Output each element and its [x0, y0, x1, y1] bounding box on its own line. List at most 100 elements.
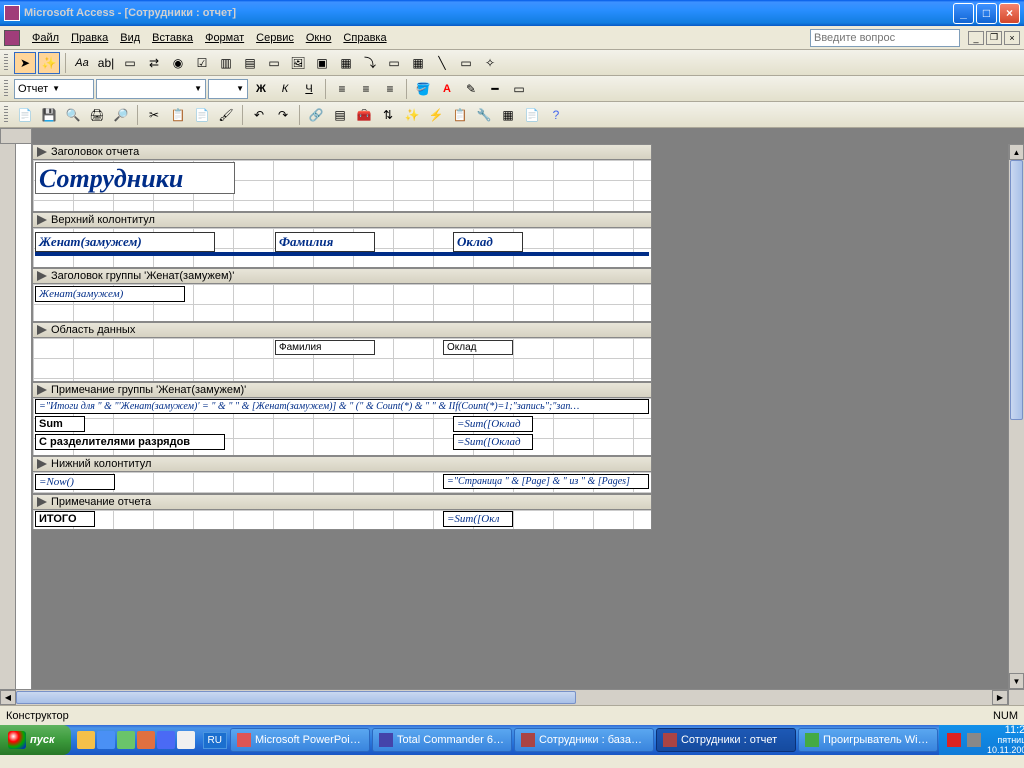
redo-icon[interactable]: ↷: [272, 104, 294, 126]
cut-icon[interactable]: ✂: [143, 104, 165, 126]
subform-tool-icon[interactable]: ▦: [407, 52, 429, 74]
task-button[interactable]: Microsoft PowerPoi…: [230, 728, 370, 752]
system-tray[interactable]: 11:23 пятница 10.11.2006: [939, 725, 1024, 755]
now-expr[interactable]: =Now(): [35, 474, 115, 490]
section-bar-report-header[interactable]: Заголовок отчета: [32, 144, 652, 160]
unbound-frame-icon[interactable]: ▣: [311, 52, 333, 74]
select-tool-icon[interactable]: ➤: [14, 52, 36, 74]
menu-format[interactable]: Формат: [199, 30, 250, 46]
help-search-input[interactable]: [810, 29, 960, 47]
tray-icon[interactable]: [967, 733, 981, 747]
toolbox-icon[interactable]: 🧰: [353, 104, 375, 126]
textbox-tool-icon[interactable]: ab|: [95, 52, 117, 74]
font-combo[interactable]: ▼: [96, 79, 206, 99]
tray-icon[interactable]: [947, 733, 961, 747]
option-tool-icon[interactable]: ◉: [167, 52, 189, 74]
sum-expr[interactable]: =Sum([Оклад: [453, 416, 533, 432]
db-window-icon[interactable]: ▦: [497, 104, 519, 126]
ql-icon[interactable]: [77, 731, 95, 749]
minimize-button[interactable]: _: [953, 3, 974, 24]
special-effect-icon[interactable]: ▭: [508, 78, 530, 100]
list-tool-icon[interactable]: ▤: [239, 52, 261, 74]
group-summary-expr[interactable]: ="Итоги для " & "'Женат(замужем)' = " & …: [35, 399, 649, 414]
bound-frame-icon[interactable]: ▦: [335, 52, 357, 74]
task-button[interactable]: Total Commander 6…: [372, 728, 512, 752]
autoformat-icon[interactable]: ✨: [401, 104, 423, 126]
align-left-icon[interactable]: ≡: [331, 78, 353, 100]
start-button[interactable]: пуск: [0, 725, 71, 755]
column-header-salary[interactable]: Оклад: [453, 232, 523, 252]
vertical-scrollbar[interactable]: ▲ ▼: [1008, 144, 1024, 689]
build-icon[interactable]: 🔧: [473, 104, 495, 126]
preview-icon[interactable]: 🔎: [110, 104, 132, 126]
field-list-icon[interactable]: ▤: [329, 104, 351, 126]
menu-file[interactable]: Файл: [26, 30, 65, 46]
task-button[interactable]: Проигрыватель Wi…: [798, 728, 938, 752]
section-bar-page-header[interactable]: Верхний колонтитул: [32, 212, 652, 228]
sorting-icon[interactable]: ⇅: [377, 104, 399, 126]
header-underline[interactable]: [35, 252, 649, 256]
menu-view[interactable]: Вид: [114, 30, 146, 46]
section-selector-column[interactable]: [0, 144, 16, 689]
toolbar-grip[interactable]: [4, 80, 8, 98]
column-header-married[interactable]: Женат(замужем): [35, 232, 215, 252]
pagebreak-tool-icon[interactable]: ⤵: [359, 52, 381, 74]
wizard-tool-icon[interactable]: ✨: [38, 52, 60, 74]
code-icon[interactable]: ⚡: [425, 104, 447, 126]
ql-icon[interactable]: [117, 731, 135, 749]
line-tool-icon[interactable]: ╲: [431, 52, 453, 74]
section-bar-page-footer[interactable]: Нижний колонтитул: [32, 456, 652, 472]
total-label[interactable]: ИТОГО: [35, 511, 95, 527]
save-icon[interactable]: 💾: [38, 104, 60, 126]
align-center-icon[interactable]: ≡: [355, 78, 377, 100]
sum-label[interactable]: Sum: [35, 416, 85, 432]
fontsize-combo[interactable]: ▼: [208, 79, 248, 99]
font-color-icon[interactable]: A: [436, 78, 458, 100]
group-tool-icon[interactable]: ▭: [119, 52, 141, 74]
rect-tool-icon[interactable]: ▭: [455, 52, 477, 74]
toggle-tool-icon[interactable]: ⇄: [143, 52, 165, 74]
object-selector-combo[interactable]: Отчет▼: [14, 79, 94, 99]
detail-field-surname[interactable]: Фамилия: [275, 340, 375, 355]
ql-icon[interactable]: [137, 731, 155, 749]
paste-icon[interactable]: 📄: [191, 104, 213, 126]
align-right-icon[interactable]: ≡: [379, 78, 401, 100]
ql-icon[interactable]: [157, 731, 175, 749]
group-field-married[interactable]: Женат(замужем): [35, 286, 185, 302]
horizontal-scrollbar[interactable]: ◀ ▶: [0, 689, 1024, 705]
close-button[interactable]: ×: [999, 3, 1020, 24]
language-indicator[interactable]: RU: [203, 732, 227, 749]
section-bar-group-header[interactable]: Заголовок группы 'Женат(замужем)': [32, 268, 652, 284]
mdi-close-button[interactable]: ×: [1004, 31, 1020, 45]
new-object-icon[interactable]: 📄: [521, 104, 543, 126]
document-icon[interactable]: [4, 30, 20, 46]
italic-icon[interactable]: К: [274, 78, 296, 100]
print-icon[interactable]: 🖨: [86, 104, 108, 126]
toolbar-grip[interactable]: [4, 106, 8, 124]
menu-window[interactable]: Окно: [300, 30, 338, 46]
fill-color-icon[interactable]: 🪣: [412, 78, 434, 100]
menu-service[interactable]: Сервис: [250, 30, 300, 46]
insert-link-icon[interactable]: 🔗: [305, 104, 327, 126]
task-button[interactable]: Сотрудники : база…: [514, 728, 654, 752]
menu-help[interactable]: Справка: [337, 30, 392, 46]
search-icon[interactable]: 🔍: [62, 104, 84, 126]
more-tools-icon[interactable]: ✧: [479, 52, 501, 74]
report-title-label[interactable]: Сотрудники: [35, 162, 235, 194]
view-icon[interactable]: 📄: [14, 104, 36, 126]
line-color-icon[interactable]: ✎: [460, 78, 482, 100]
undo-icon[interactable]: ↶: [248, 104, 270, 126]
ql-icon[interactable]: [177, 731, 195, 749]
section-bar-report-footer[interactable]: Примечание отчета: [32, 494, 652, 510]
column-header-surname[interactable]: Фамилия: [275, 232, 375, 252]
mdi-minimize-button[interactable]: _: [968, 31, 984, 45]
mdi-restore-button[interactable]: ❐: [986, 31, 1002, 45]
design-canvas[interactable]: Заголовок отчета Сотрудники Верхний коло…: [32, 144, 1008, 689]
image-tool-icon[interactable]: 🖼: [287, 52, 309, 74]
page-expr[interactable]: ="Страница " & [Page] & " из " & [Pages]: [443, 474, 649, 489]
copy-icon[interactable]: 📋: [167, 104, 189, 126]
separator-label[interactable]: С разделителями разрядов: [35, 434, 225, 450]
maximize-button[interactable]: □: [976, 3, 997, 24]
vertical-ruler[interactable]: [16, 144, 32, 689]
total-expr[interactable]: =Sum([Окл: [443, 511, 513, 527]
